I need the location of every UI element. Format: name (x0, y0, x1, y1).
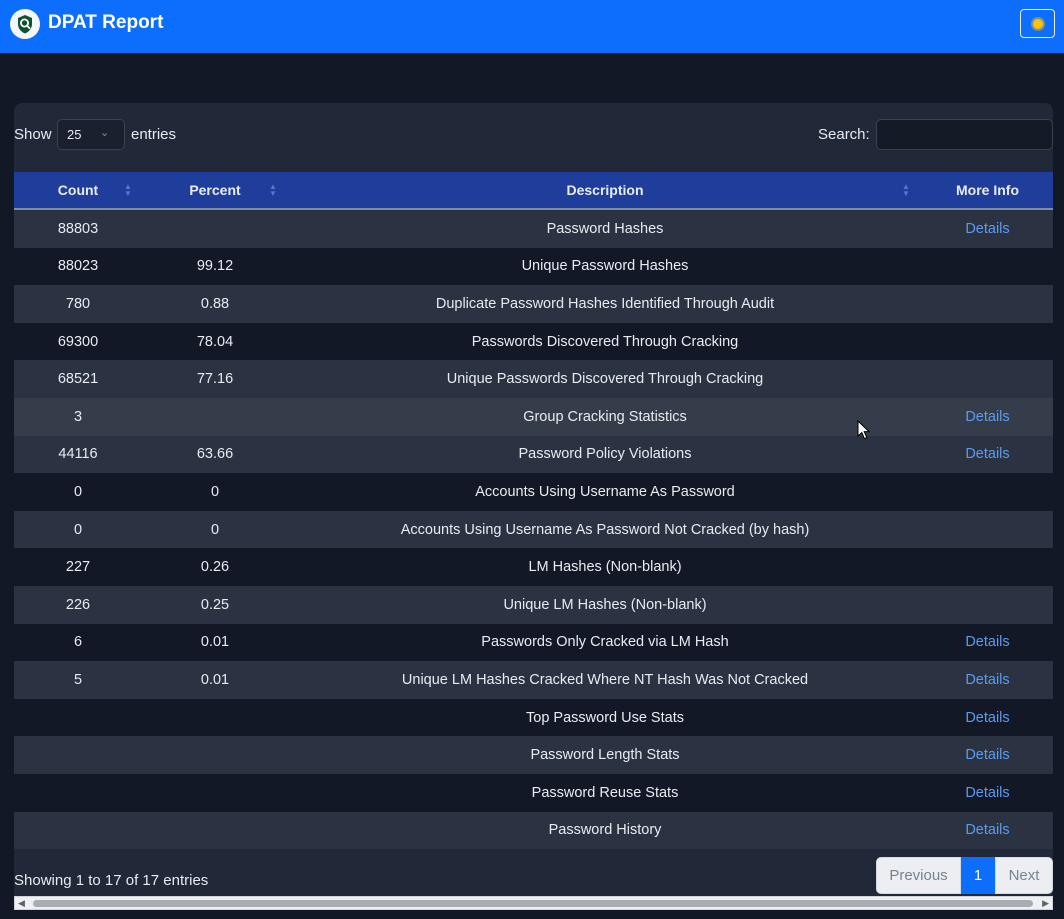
table-row: 780 0.88 Duplicate Password Hashes Identif… (14, 285, 1053, 323)
table-row: 88803 Password Hashes Details (14, 209, 1053, 248)
table-row: Password History Details (14, 811, 1053, 850)
navbar: DPAT Report (0, 0, 1064, 53)
scroll-left-icon[interactable]: ◀ (18, 898, 25, 909)
table-row: 88023 99.12 Unique Password Hashes (14, 247, 1053, 286)
column-header-description[interactable]: Description ▲ ▼ (288, 172, 922, 210)
table-info: Showing 1 to 17 of 17 entries (14, 872, 209, 889)
search-input[interactable] (876, 119, 1053, 150)
table-row: 44116 63.66 Password Policy Violations Deta… (14, 435, 1053, 474)
details-link[interactable]: Details (965, 747, 1009, 763)
horizontal-scrollbar[interactable]: ◀ ▶ (14, 896, 1053, 910)
table-header-row: Count ▲ ▼ Percent ▲ ▼ Description ▲ ▼ More Inf… (14, 172, 1053, 210)
table-row: 226 0.25 Unique LM Hashes (Non-blank) (14, 585, 1053, 624)
sun-icon (1032, 18, 1043, 29)
table-row: 5 0.01 Unique LM Hashes Cracked Where NT H… (14, 661, 1053, 699)
page-length-value: 25 (67, 127, 82, 142)
table-row: Top Password Use Stats Details (14, 698, 1053, 737)
table-row: 227 0.26 LM Hashes (Non-blank) (14, 548, 1053, 586)
details-link[interactable]: Details (965, 822, 1009, 838)
table-row: 6 0.01 Passwords Only Cracked via LM Hash D… (14, 623, 1053, 662)
search-label: Search: (818, 126, 870, 143)
details-link[interactable]: Details (965, 710, 1009, 726)
details-link[interactable]: Details (965, 446, 1009, 462)
mouse-cursor-icon (857, 420, 871, 440)
entries-label: entries (131, 126, 177, 143)
magnifier-shield-icon (10, 9, 40, 39)
scrollbar-thumb[interactable] (33, 900, 1033, 907)
details-link[interactable]: Details (965, 672, 1009, 688)
column-header-count[interactable]: Count ▲ ▼ (14, 172, 142, 210)
details-link[interactable]: Details (965, 785, 1009, 801)
details-link[interactable]: Details (965, 634, 1009, 650)
theme-toggle-button[interactable] (1020, 9, 1055, 38)
table-row: Password Length Stats Details (14, 736, 1053, 774)
table-row: 69300 78.04 Passwords Discovered Through C… (14, 322, 1053, 361)
show-label: Show (14, 126, 52, 143)
page-1-button[interactable]: 1 (961, 857, 995, 894)
table-body: 88803 Password Hashes Details 88023 99.12 Un… (14, 209, 1053, 850)
page-title: DPAT Report (48, 12, 164, 33)
table-row: 3 Group Cracking Statistics Details (14, 397, 1053, 436)
scroll-right-icon[interactable]: ▶ (1042, 898, 1049, 909)
column-header-more-info: More Info (922, 172, 1053, 210)
table-row: 68521 77.16 Unique Passwords Discovered Th… (14, 360, 1053, 398)
details-link[interactable]: Details (965, 221, 1009, 237)
previous-page-button[interactable]: Previous (876, 857, 961, 894)
sort-icon: ▲ ▼ (269, 182, 277, 198)
report-table: Count ▲ ▼ Percent ▲ ▼ Description ▲ ▼ More Inf… (14, 172, 1053, 850)
page-length-select[interactable]: 25 ⌄ (57, 119, 125, 150)
details-link[interactable]: Details (965, 409, 1009, 425)
next-page-button[interactable]: Next (995, 857, 1053, 894)
pagination: Previous 1 Next (876, 857, 1053, 894)
table-row: Password Reuse Stats Details (14, 773, 1053, 812)
chevron-down-icon: ⌄ (100, 127, 110, 139)
table-row: 0 0 Accounts Using Username As Password No… (14, 510, 1053, 549)
sort-icon: ▲ ▼ (124, 182, 132, 198)
column-header-percent[interactable]: Percent ▲ ▼ (142, 172, 288, 210)
table-row: 0 0 Accounts Using Username As Password (14, 473, 1053, 511)
sort-icon: ▲ ▼ (902, 182, 910, 198)
